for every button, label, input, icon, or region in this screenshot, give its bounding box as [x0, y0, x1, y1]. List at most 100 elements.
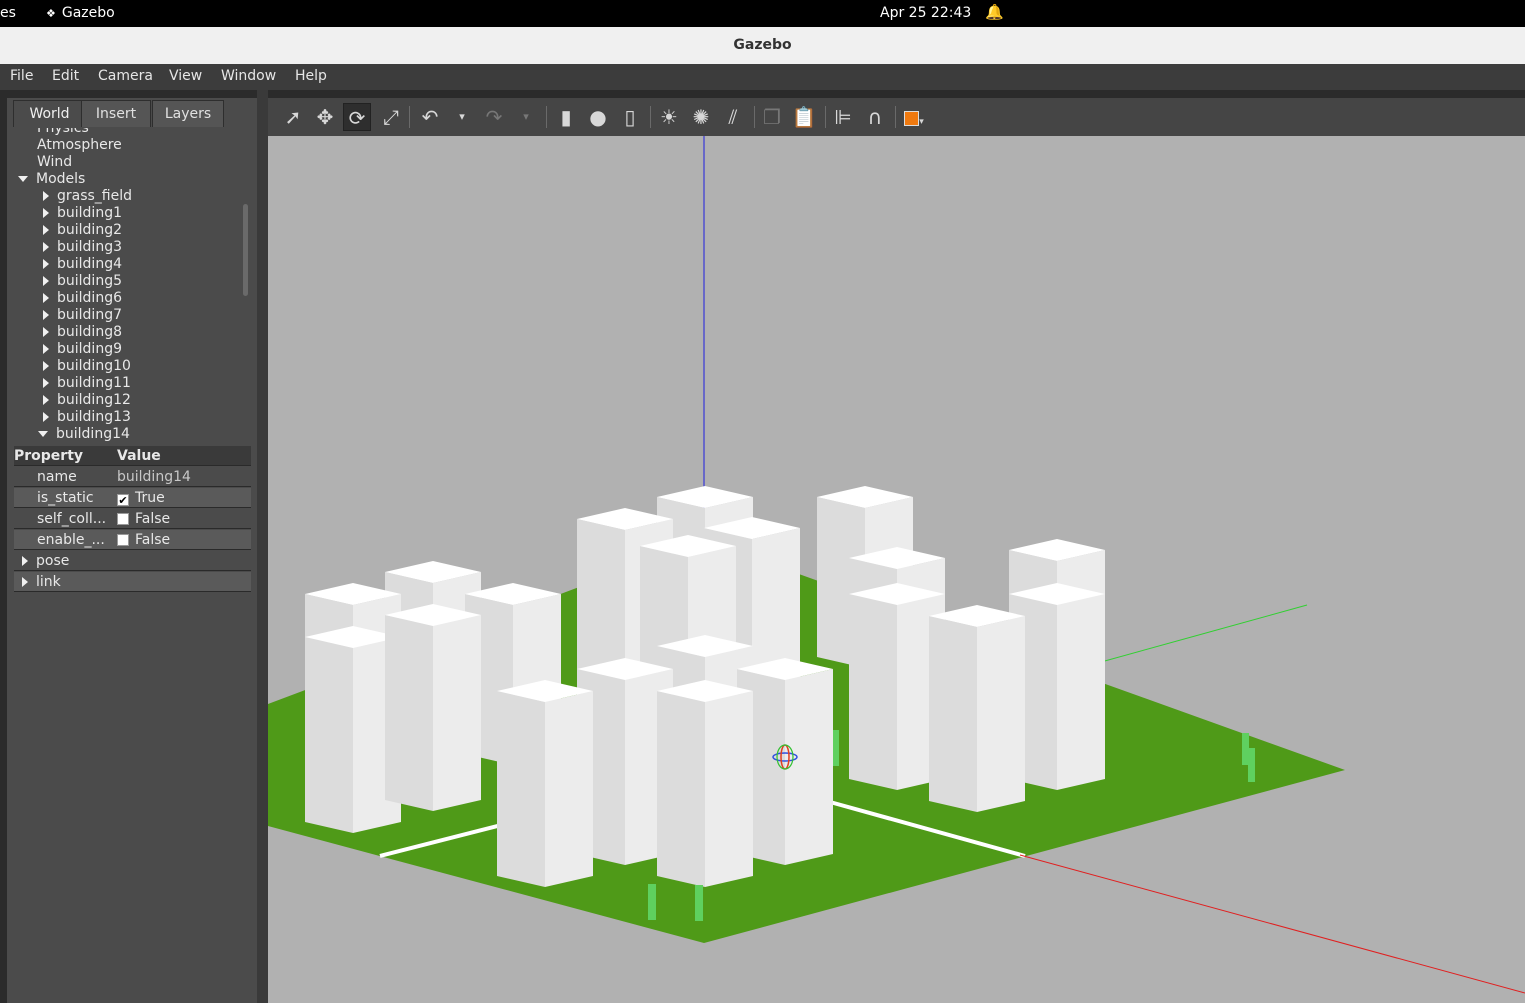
snap-magnet-icon[interactable]: ∩	[861, 103, 889, 131]
expand-right-icon[interactable]	[43, 191, 49, 201]
notification-bell-icon[interactable]: 🔔	[985, 3, 1004, 21]
scale-mode-icon[interactable]: ⤢	[377, 103, 405, 131]
tree-item-model-selected[interactable]: building14	[38, 426, 130, 443]
expand-right-icon[interactable]	[43, 242, 49, 252]
building-face[interactable]	[705, 691, 753, 887]
expand-right-icon[interactable]	[43, 225, 49, 235]
redo-dropdown-icon[interactable]: ▾	[512, 103, 540, 131]
tree-item-atmosphere[interactable]: Atmosphere	[37, 137, 122, 154]
checkbox-checked-icon[interactable]: ✔	[117, 494, 129, 507]
property-row-is-static[interactable]: is_static ✔ True	[14, 488, 251, 508]
align-icon[interactable]: ⊫	[829, 103, 857, 131]
is-static-value[interactable]: ✔ True	[114, 488, 251, 508]
building-face[interactable]	[305, 637, 353, 833]
toolbar-separator	[754, 106, 755, 128]
spot-light-icon[interactable]: ✺	[687, 103, 715, 131]
undo-icon[interactable]: ↶	[416, 103, 444, 131]
select-mode-icon[interactable]: ➚	[279, 103, 307, 131]
directional-light-icon[interactable]: ⫽	[719, 103, 747, 131]
clock[interactable]: Apr 25 22:43	[880, 5, 971, 21]
tree-item-model[interactable]: building9	[43, 341, 122, 358]
cylinder-shape-icon[interactable]: ▯	[616, 103, 644, 131]
scene-render[interactable]	[268, 136, 1525, 1003]
tree-item-model[interactable]: grass_field	[43, 188, 132, 205]
expand-right-icon[interactable]	[43, 310, 49, 320]
tree-item-model[interactable]: building8	[43, 324, 122, 341]
tree-item-model[interactable]: building6	[43, 290, 122, 307]
tree-item-model[interactable]: building2	[43, 222, 122, 239]
building-face[interactable]	[497, 691, 545, 887]
tree-item-model[interactable]: building5	[43, 273, 122, 290]
menu-camera[interactable]: Camera	[98, 68, 153, 84]
tree-scrollbar[interactable]	[243, 204, 248, 296]
tab-layers[interactable]: Layers	[152, 100, 224, 127]
view-angle-icon[interactable]: ▾	[900, 103, 928, 131]
building-face[interactable]	[545, 691, 593, 887]
expand-right-icon[interactable]	[43, 378, 49, 388]
expand-right-icon[interactable]	[43, 327, 49, 337]
building-face[interactable]	[1057, 594, 1105, 790]
app-menu[interactable]: ❖ Gazebo	[46, 5, 115, 21]
panel-splitter[interactable]	[257, 90, 268, 1003]
expand-right-icon[interactable]	[43, 412, 49, 422]
undo-dropdown-icon[interactable]: ▾	[448, 103, 476, 131]
expand-down-icon[interactable]	[38, 431, 48, 437]
expand-right-icon[interactable]	[43, 361, 49, 371]
building-face[interactable]	[433, 615, 481, 811]
checkbox-unchecked-icon[interactable]	[117, 513, 129, 525]
menu-help[interactable]: Help	[295, 68, 327, 84]
tree-item-model[interactable]: building7	[43, 307, 122, 324]
tree-item-model[interactable]: building12	[43, 392, 131, 409]
box-shape-icon[interactable]: ▮	[552, 103, 580, 131]
self-collide-value[interactable]: False	[114, 509, 251, 529]
menu-view[interactable]: View	[169, 68, 202, 84]
translate-mode-icon[interactable]: ✥	[311, 103, 339, 131]
property-row-name[interactable]: name building14	[14, 467, 251, 487]
expand-right-icon[interactable]	[43, 395, 49, 405]
expand-right-icon[interactable]	[43, 259, 49, 269]
tree-item-model[interactable]: building11	[43, 375, 131, 392]
tree-item-model[interactable]: building1	[43, 205, 122, 222]
building-face[interactable]	[977, 616, 1025, 812]
tab-world[interactable]: World	[13, 100, 86, 127]
tree-item-models[interactable]: Models	[18, 171, 85, 188]
redo-icon[interactable]: ↷	[480, 103, 508, 131]
enable-wind-value[interactable]: False	[114, 530, 251, 550]
activities-button[interactable]: es	[0, 5, 16, 21]
tree-item-wind[interactable]: Wind	[37, 154, 72, 171]
checkbox-unchecked-icon[interactable]	[117, 534, 129, 546]
checkbox-label: False	[135, 532, 171, 548]
property-row-enable-wind[interactable]: enable_... False	[14, 530, 251, 550]
property-row-self-collide[interactable]: self_coll... False	[14, 509, 251, 529]
paste-icon[interactable]: 📋	[790, 103, 818, 131]
building-face[interactable]	[385, 615, 433, 811]
building-face[interactable]	[849, 594, 897, 790]
tab-insert[interactable]: Insert	[81, 100, 151, 127]
menu-file[interactable]: File	[10, 68, 33, 84]
tree-item-model[interactable]: building13	[43, 409, 131, 426]
rotate-mode-icon[interactable]: ⟳	[343, 103, 371, 131]
expand-right-icon[interactable]	[22, 577, 28, 587]
tree-item-physics[interactable]: Physics	[37, 128, 89, 137]
expand-right-icon[interactable]	[43, 344, 49, 354]
property-group-pose[interactable]: pose	[14, 551, 251, 571]
building-face[interactable]	[929, 616, 977, 812]
expand-down-icon[interactable]	[18, 176, 28, 182]
sphere-shape-icon[interactable]: ●	[584, 103, 612, 131]
scene-viewport[interactable]	[268, 136, 1525, 1003]
expand-right-icon[interactable]	[43, 293, 49, 303]
expand-right-icon[interactable]	[22, 556, 28, 566]
menu-window[interactable]: Window	[221, 68, 276, 84]
tree-item-model[interactable]: building3	[43, 239, 122, 256]
tree-item-model[interactable]: building4	[43, 256, 122, 273]
expand-right-icon[interactable]	[43, 276, 49, 286]
point-light-icon[interactable]: ☀	[655, 103, 683, 131]
building-face[interactable]	[785, 669, 833, 865]
property-group-link[interactable]: link	[14, 572, 251, 592]
name-value[interactable]: building14	[114, 467, 251, 487]
copy-icon[interactable]: ❐	[758, 103, 786, 131]
tree-item-model[interactable]: building10	[43, 358, 131, 375]
menu-edit[interactable]: Edit	[52, 68, 79, 84]
expand-right-icon[interactable]	[43, 208, 49, 218]
building-face[interactable]	[657, 691, 705, 887]
